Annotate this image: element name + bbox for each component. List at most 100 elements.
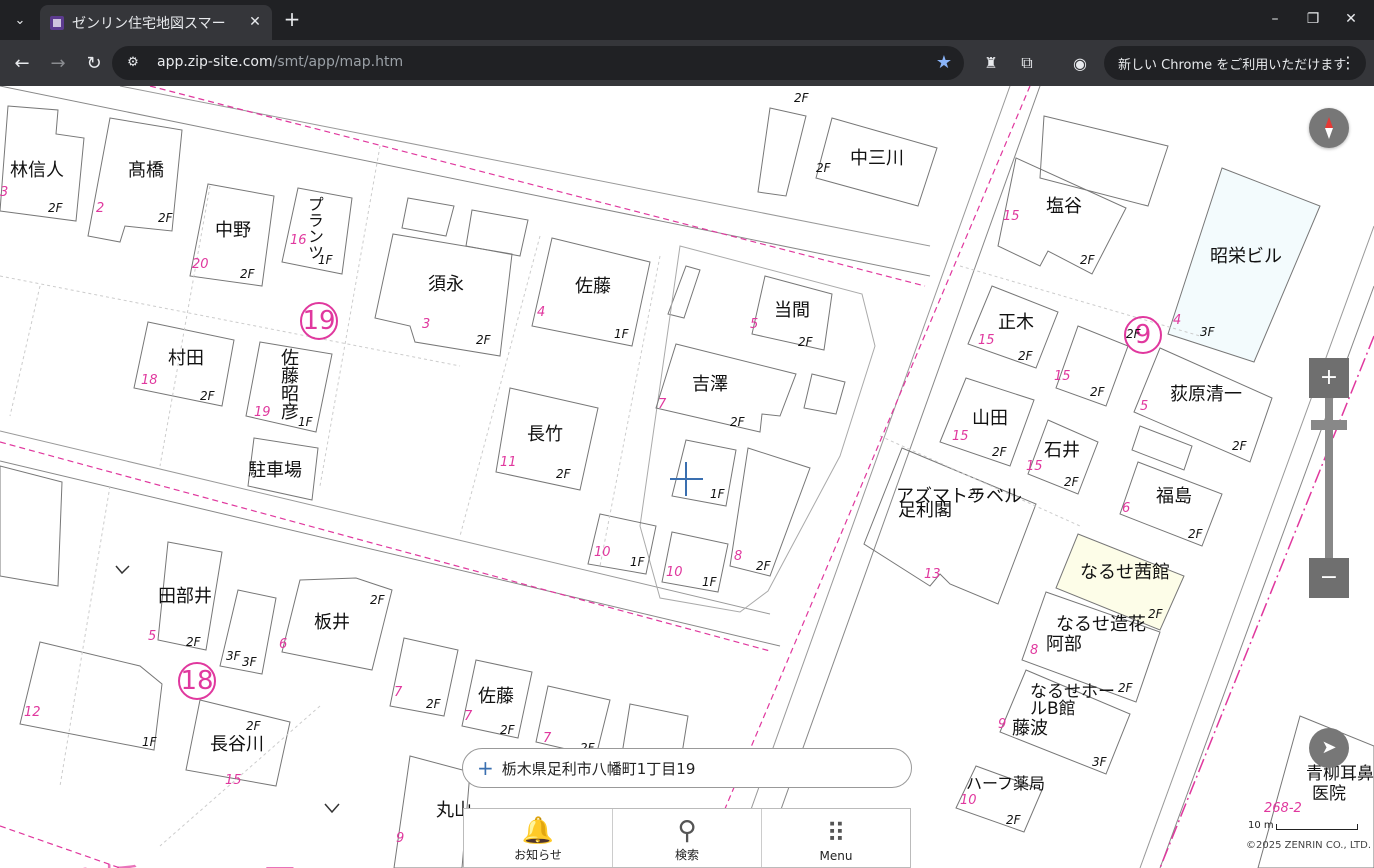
address-search-bar[interactable]: + 栃木県足利市八幡町1丁目19: [462, 748, 912, 788]
floor-label: 1F: [702, 575, 717, 589]
tab-search-icon[interactable]: ⌄: [6, 6, 34, 34]
building-name[interactable]: 山田: [972, 410, 1008, 428]
floor-label: 3F: [1092, 755, 1107, 769]
tab-strip: ⌄ ゼンリン住宅地図スマー ✕ + – ❐ ✕: [0, 0, 1374, 40]
building-name[interactable]: 中野: [215, 222, 251, 240]
building-name[interactable]: 佐藤: [478, 688, 514, 706]
lot-number: 10: [960, 793, 977, 808]
floor-label: 2F: [968, 487, 983, 501]
building-name[interactable]: 青柳耳鼻: [1306, 766, 1374, 783]
map-canvas[interactable]: 林信人 髙橋 中野 プランツ 須永 佐藤 中三川 塩谷 昭栄ビル 当間 村田 佐…: [0, 86, 1374, 868]
lot-number: 10: [666, 565, 683, 580]
building-name[interactable]: 長竹: [527, 426, 563, 444]
building-name[interactable]: 当間: [774, 302, 810, 320]
copyright: ©2025 ZENRIN CO., LTD.: [1246, 840, 1371, 851]
building-name[interactable]: 足利閣: [898, 502, 952, 520]
floor-label: 3F: [1200, 325, 1215, 339]
building-name[interactable]: 藤波: [1012, 720, 1048, 738]
extension-icon[interactable]: ♜: [977, 49, 1005, 77]
floor-label: 1F: [298, 415, 313, 429]
building-name[interactable]: 長谷川: [210, 736, 264, 754]
floor-label: 2F: [426, 697, 441, 711]
floor-label: 2F: [246, 719, 261, 733]
building-name[interactable]: 荻原清一: [1170, 386, 1242, 404]
floor-label: 2F: [556, 467, 571, 481]
building-name[interactable]: 昭栄ビル: [1210, 248, 1282, 266]
building-name[interactable]: 正木: [998, 314, 1034, 332]
building-name[interactable]: 須永: [428, 276, 464, 294]
bottom-nav: 🔔 お知らせ ⚲ 検索 ⠿ Menu: [463, 808, 911, 868]
building-name[interactable]: 福島: [1156, 488, 1192, 506]
grid-menu-icon: ⠿: [826, 819, 846, 849]
floor-label: 1F: [318, 253, 333, 267]
menu-dots-icon[interactable]: ⋮: [1340, 53, 1356, 72]
zoom-slider-handle[interactable]: [1311, 420, 1347, 430]
lot-number: 12: [24, 705, 41, 720]
lot-number: 6: [1122, 501, 1131, 516]
tab-close-icon[interactable]: ✕: [246, 13, 264, 31]
lot-number: 10: [594, 545, 611, 560]
floor-label: 1F: [614, 327, 629, 341]
building-name[interactable]: 石井: [1044, 442, 1080, 460]
zoom-in-button[interactable]: +: [1309, 358, 1349, 398]
zoom-out-button[interactable]: −: [1309, 558, 1349, 598]
building-name[interactable]: 塩谷: [1046, 198, 1082, 216]
lot-number: 5: [750, 317, 759, 332]
bookmark-star-icon[interactable]: ★: [936, 52, 952, 73]
building-name[interactable]: ハーフ薬局: [966, 776, 1045, 792]
building-name[interactable]: 中三川: [850, 150, 904, 168]
current-location-icon[interactable]: ➤: [1309, 728, 1349, 768]
building-name[interactable]: 医院: [1312, 786, 1346, 803]
floor-label: 2F: [240, 267, 255, 281]
lot-number: 4: [1173, 313, 1182, 328]
notice-button[interactable]: 🔔 お知らせ: [464, 809, 613, 867]
building-name[interactable]: 板井: [314, 614, 350, 632]
lot-number: 15: [1003, 209, 1020, 224]
lot-number: 7: [543, 731, 552, 746]
lot-number: 15: [1026, 459, 1043, 474]
building-name[interactable]: なるせ造花: [1056, 616, 1146, 634]
menu-label: Menu: [819, 849, 853, 863]
building-name[interactable]: プランツ: [305, 196, 324, 260]
building-name[interactable]: 佐藤昭彦: [278, 348, 299, 420]
building-name[interactable]: なるせ茜館: [1080, 564, 1170, 582]
reload-icon[interactable]: ↻: [80, 49, 108, 77]
site-info-icon[interactable]: ⚙: [124, 54, 142, 72]
chrome-update-button[interactable]: 新しい Chrome をご利用いただけます ⋮: [1104, 46, 1366, 80]
minimize-icon[interactable]: –: [1262, 6, 1288, 32]
extensions-puzzle-icon[interactable]: ⧉: [1013, 49, 1041, 77]
new-tab-icon[interactable]: +: [280, 7, 304, 31]
building-name[interactable]: なるせホールB館: [1030, 684, 1126, 718]
search-icon: ⚲: [677, 816, 697, 846]
floor-label: 2F: [1080, 253, 1095, 267]
floor-label: 2F: [200, 389, 215, 403]
restore-icon[interactable]: ❐: [1300, 6, 1326, 32]
profile-icon[interactable]: ◉: [1066, 49, 1094, 77]
floor-label: 2F: [1018, 349, 1033, 363]
window-close-icon[interactable]: ✕: [1338, 6, 1364, 32]
building-name[interactable]: 駐車場: [248, 462, 302, 480]
building-name[interactable]: 髙橋: [128, 162, 164, 180]
building-name[interactable]: 阿部: [1046, 636, 1082, 654]
compass-icon[interactable]: [1309, 108, 1349, 148]
lot-number: 268-2: [1264, 801, 1302, 816]
building-name[interactable]: 林信人: [10, 162, 64, 180]
active-tab[interactable]: ゼンリン住宅地図スマー ✕: [40, 5, 272, 40]
back-icon[interactable]: ←: [8, 49, 36, 77]
building-name[interactable]: 佐藤: [575, 278, 611, 296]
building-name[interactable]: 村田: [168, 350, 204, 368]
menu-button[interactable]: ⠿ Menu: [762, 809, 910, 867]
building-name[interactable]: 吉澤: [692, 376, 728, 394]
floor-label: 2F: [1232, 439, 1247, 453]
floor-label: 2F: [1006, 813, 1021, 827]
update-label: 新しい Chrome をご利用いただけます: [1118, 57, 1347, 73]
lot-number: 7: [394, 685, 403, 700]
scale-label: 10 m: [1248, 820, 1274, 831]
block-number: 19: [300, 302, 338, 340]
lot-number: 5: [148, 629, 157, 644]
address-bar[interactable]: ⚙ app.zip-site.com/smt/app/map.htm ★: [112, 46, 964, 80]
floor-label: 2F: [1090, 385, 1105, 399]
forward-icon[interactable]: →: [44, 49, 72, 77]
building-name[interactable]: 田部井: [158, 588, 212, 606]
search-button[interactable]: ⚲ 検索: [613, 809, 762, 867]
